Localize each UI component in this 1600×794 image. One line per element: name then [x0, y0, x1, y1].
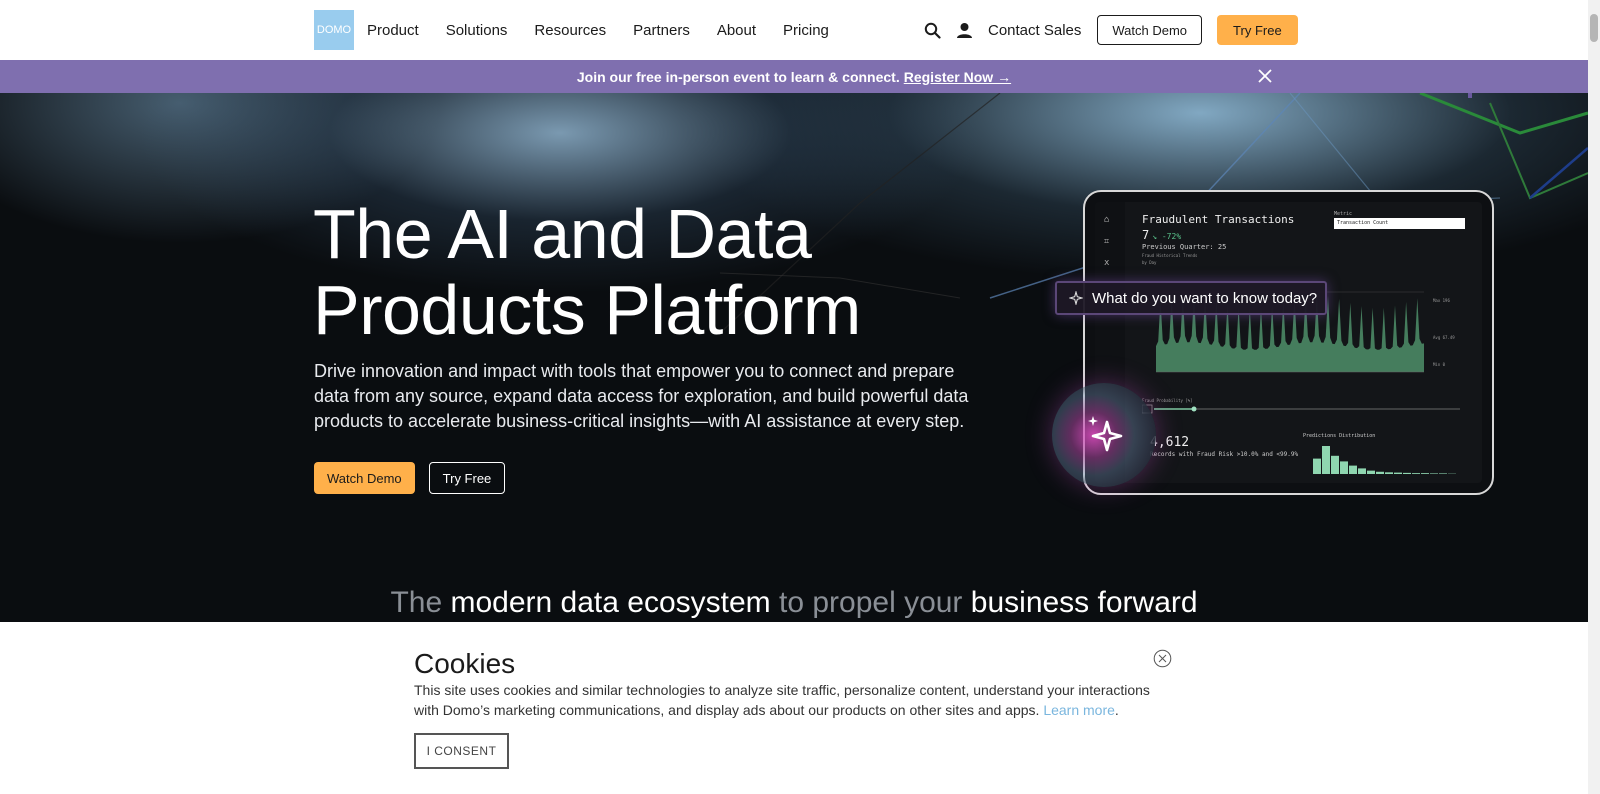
ecosystem-heading-part-4: business forward	[970, 586, 1198, 619]
histogram-bar	[1340, 461, 1348, 474]
nav-link-product[interactable]: Product	[367, 22, 419, 39]
ai-assistant-orb[interactable]	[1052, 383, 1156, 487]
search-icon[interactable]	[918, 16, 946, 44]
ai-prompt-text: What do you want to know today?	[1092, 289, 1318, 307]
cookie-text: This site uses cookies and similar techn…	[414, 682, 1150, 718]
hero-watch-demo-button[interactable]: Watch Demo	[314, 462, 415, 494]
cookie-text-body: This site uses cookies and similar techn…	[414, 682, 1150, 718]
banner-text: Join our free in-person event to learn &…	[576, 68, 900, 85]
metric-select[interactable]: Transaction Count	[1334, 218, 1465, 229]
histogram-bar	[1367, 470, 1375, 474]
dashboard-previous: Previous Quarter: 25	[1142, 243, 1227, 251]
histogram-bar	[1376, 471, 1384, 474]
ecosystem-heading-part-2: modern data ecosystem	[450, 586, 771, 619]
variable-icon: x	[1104, 258, 1110, 268]
hero-subtitle: Drive innovation and impact with tools t…	[314, 361, 969, 431]
domo-logo[interactable]: DOMO	[314, 10, 354, 50]
histogram-bar	[1403, 472, 1411, 474]
nav-link-partners[interactable]: Partners	[633, 22, 690, 39]
histogram-bar	[1412, 473, 1420, 474]
dashboard-title: Fraudulent Transactions	[1142, 213, 1295, 226]
learn-more-link[interactable]: Learn more	[1043, 702, 1115, 718]
home-icon: ⌂	[1104, 215, 1110, 225]
histogram-bar	[1421, 473, 1429, 474]
register-now-link[interactable]: Register Now →	[904, 69, 1011, 85]
top-nav: DOMO Product Solutions Resources Partner…	[0, 0, 1588, 60]
histogram-bar	[1331, 455, 1339, 474]
probability-slider[interactable]	[1142, 404, 1462, 418]
hero-try-free-button[interactable]: Try Free	[428, 462, 506, 494]
ai-sparkle-icon	[1088, 416, 1123, 452]
histogram-bar	[1394, 472, 1402, 474]
dashboard-value-number: 7	[1142, 228, 1150, 242]
event-banner: Join our free in-person event to learn &…	[0, 60, 1588, 93]
contact-sales-link[interactable]: Contact Sales	[988, 22, 1081, 39]
min-label: Min 0	[1433, 362, 1446, 367]
trend-label: Fraud Historical Trends	[1142, 253, 1198, 258]
nav-link-solutions[interactable]: Solutions	[446, 22, 508, 39]
close-icon[interactable]	[1255, 66, 1275, 86]
user-icon[interactable]	[950, 16, 978, 44]
predictions-label: Predictions Distribution	[1303, 433, 1376, 439]
histogram-bar	[1430, 473, 1438, 474]
consent-button[interactable]: I CONSENT	[414, 733, 509, 769]
nav-try-free-button[interactable]: Try Free	[1217, 15, 1298, 45]
dashboard-value: 7 ↘ -72%	[1142, 228, 1181, 242]
metric-label: Metric	[1334, 211, 1353, 217]
hero-section: The AI and Data Products Platform Drive …	[0, 93, 1588, 623]
ai-prompt-bubble[interactable]: What do you want to know today?	[1055, 281, 1328, 315]
hero-title-line-2: Products Platform	[313, 271, 861, 349]
cookie-banner: Cookies This site uses cookies and simil…	[0, 622, 1588, 794]
hero-buttons: Watch Demo Try Free	[314, 462, 506, 494]
nav-watch-demo-button[interactable]: Watch Demo	[1097, 15, 1203, 45]
nav-link-pricing[interactable]: Pricing	[783, 22, 829, 39]
histogram-bar	[1349, 465, 1357, 474]
sparkle-icon	[1069, 291, 1083, 305]
hero-title-line-1: The AI and Data	[313, 195, 812, 273]
hero-title: The AI and Data Products Platform	[313, 196, 861, 348]
records-label: Records with Fraud Risk >10.0% and <99.9…	[1150, 451, 1299, 458]
histogram-bar	[1439, 473, 1447, 474]
dashboard-change: ↘ -72%	[1152, 232, 1182, 241]
ecosystem-heading-part-1: The	[390, 586, 443, 619]
histogram-bar	[1322, 446, 1330, 474]
predictions-histogram	[1313, 446, 1456, 474]
ecosystem-heading: The modern data ecosystem to propel your…	[0, 586, 1588, 620]
cookie-title: Cookies	[414, 648, 516, 679]
scrollbar-thumb[interactable]	[1590, 14, 1598, 42]
max-label: Max 196	[1433, 298, 1450, 303]
nav-actions: Contact Sales Watch Demo Try Free	[918, 0, 1298, 60]
page-scrollbar[interactable]	[1588, 0, 1600, 794]
avg-label: Avg 67.49	[1433, 335, 1455, 340]
histogram-bar	[1313, 458, 1321, 474]
nav-link-about[interactable]: About	[717, 22, 756, 39]
histogram-bar	[1385, 472, 1393, 474]
by-day-label: by Day	[1142, 260, 1157, 265]
cookie-close-icon[interactable]	[1153, 649, 1172, 668]
nav-links: Product Solutions Resources Partners Abo…	[367, 0, 829, 60]
probability-label: Fraud Probability [%]	[1142, 398, 1193, 403]
ecosystem-heading-part-3: to propel your	[778, 586, 963, 619]
nav-link-resources[interactable]: Resources	[534, 22, 606, 39]
chart-icon: ⌗	[1104, 237, 1110, 247]
histogram-bar	[1358, 468, 1366, 474]
